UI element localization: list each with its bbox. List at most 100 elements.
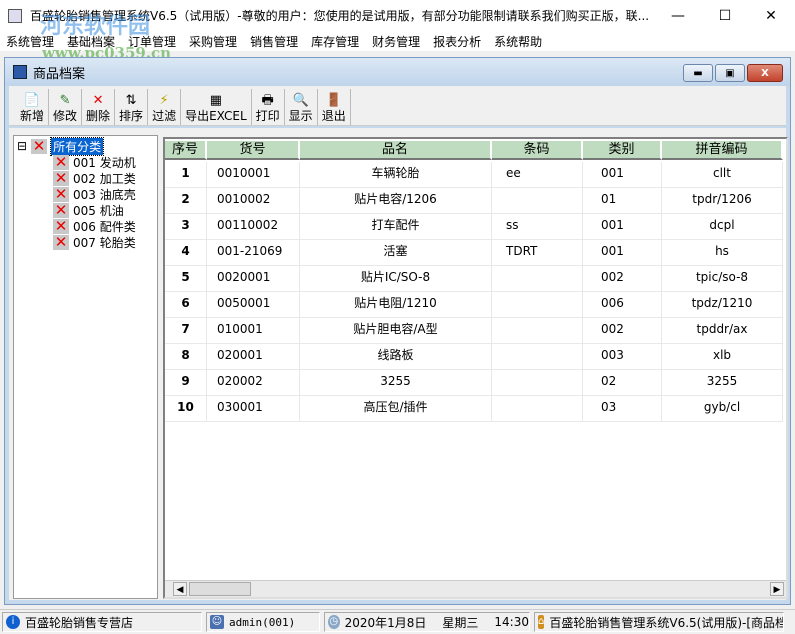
table-row[interactable]: 8 020001 线路板 003 xlb <box>165 344 783 370</box>
table-cell: 001 <box>583 162 662 187</box>
column-header[interactable]: 序号 <box>165 141 207 160</box>
table-cell: 003 <box>583 344 662 369</box>
scroll-thumb[interactable] <box>189 582 251 596</box>
tree-item[interactable]: ✕ 007 轮胎类 <box>53 234 136 250</box>
table-cell: 01 <box>583 188 662 213</box>
child-close-button[interactable]: X <box>747 64 783 82</box>
horizontal-scrollbar[interactable]: ◀ ▶ <box>165 580 786 597</box>
table-cell: 001-21069 <box>207 240 300 265</box>
title-bar: 百盛轮胎销售管理系统V6.5（试用版）-尊敬的用户：您使用的是试用版，有部分功能… <box>0 0 795 31</box>
child-minimize-button[interactable]: ▬ <box>683 64 713 82</box>
table-cell: 8 <box>165 344 207 369</box>
table-cell: 020002 <box>207 370 300 395</box>
scroll-right-icon[interactable]: ▶ <box>770 582 784 596</box>
table-row[interactable]: 2 0010002 贴片电容/1206 01 tpdr/1206 <box>165 188 783 214</box>
menu-basic-archive[interactable]: 基础档案 <box>67 33 115 50</box>
table-cell: 线路板 <box>300 344 492 369</box>
column-header[interactable]: 条码 <box>492 141 583 160</box>
table-cell: 活塞 <box>300 240 492 265</box>
exit-button[interactable]: 🚪 退出 <box>318 89 351 125</box>
broken-image-icon: ✕ <box>53 184 69 203</box>
exit-icon: 🚪 <box>325 93 342 108</box>
menu-system[interactable]: 系统管理 <box>6 33 54 50</box>
table-cell: TDRT <box>492 240 583 265</box>
table-cell: tpdr/1206 <box>662 188 783 213</box>
delete-button[interactable]: ✕ 删除 <box>82 89 116 125</box>
table-row[interactable]: 4 001-21069 活塞 TDRT 001 hs <box>165 240 783 266</box>
table-row[interactable]: 6 0050001 贴片电阻/1210 006 tpdz/1210 <box>165 292 783 318</box>
table-cell: 9 <box>165 370 207 395</box>
table-cell: tpddr/ax <box>662 318 783 343</box>
status-datetime: ◷ 2020年1月8日 星期三 14:30 <box>324 612 530 632</box>
table-cell: 001 <box>583 240 662 265</box>
status-store: i 百盛轮胎销售专营店 <box>2 612 202 632</box>
menu-reports[interactable]: 报表分析 <box>433 33 481 50</box>
child-restore-button[interactable]: ▣ <box>715 64 745 82</box>
tree-item[interactable]: ✕ 002 加工类 <box>53 170 136 186</box>
table-row[interactable]: 3 00110002 打车配件 ss 001 dcpl <box>165 214 783 240</box>
tree-root[interactable]: ⊟ ✕ 所有分类 <box>17 136 105 156</box>
close-button[interactable]: ✕ <box>748 0 794 31</box>
product-archive-window: 商品档案 ▬ ▣ X 📄 新增 ✎ 修改 ✕ 删除 ⇅ 排序 ⚡ 过滤 ▦ 导出EXCEL … <box>4 57 791 605</box>
table-cell: gyb/cl <box>662 396 783 421</box>
tree-root-label[interactable]: 所有分类 <box>50 136 105 156</box>
table-row[interactable]: 1 0010001 车辆轮胎 ee 001 cllt <box>165 162 783 188</box>
table-cell: 001 <box>583 214 662 239</box>
filter-icon: ⚡ <box>159 93 169 108</box>
scroll-left-icon[interactable]: ◀ <box>173 582 187 596</box>
table-row[interactable]: 5 0020001 贴片IC/SO-8 002 tpic/so-8 <box>165 266 783 292</box>
table-cell: 4 <box>165 240 207 265</box>
export-excel-button[interactable]: ▦ 导出EXCEL <box>181 89 252 125</box>
grid-header: 序号 货号 品名 条码 类别 拼音编码 <box>165 141 783 160</box>
table-cell: 贴片电容/1206 <box>300 188 492 213</box>
filter-button[interactable]: ⚡ 过滤 <box>148 89 182 125</box>
broken-image-icon: ✕ <box>53 232 69 251</box>
tree-item[interactable]: ✕ 005 机油 <box>53 202 124 218</box>
status-bar: i 百盛轮胎销售专营店 ☺ admin(001) ◷ 2020年1月8日 星期三 14:3… <box>0 609 795 634</box>
column-header[interactable]: 品名 <box>300 141 492 160</box>
tree-item[interactable]: ✕ 001 发动机 <box>53 154 136 170</box>
table-cell: 03 <box>583 396 662 421</box>
edit-button[interactable]: ✎ 修改 <box>49 89 83 125</box>
toolbar: 📄 新增 ✎ 修改 ✕ 删除 ⇅ 排序 ⚡ 过滤 ▦ 导出EXCEL 🖶 打印 🔍 显示 🚪 退出 <box>9 86 786 126</box>
menu-inventory[interactable]: 库存管理 <box>311 33 359 50</box>
maximize-button[interactable]: ☐ <box>702 0 748 31</box>
collapse-icon[interactable]: ⊟ <box>17 139 27 153</box>
table-cell: 006 <box>583 292 662 317</box>
table-cell: 贴片胆电容/A型 <box>300 318 492 343</box>
table-row[interactable]: 9 020002 3255 02 3255 <box>165 370 783 396</box>
tree-item[interactable]: ✕ 003 油底壳 <box>53 186 136 202</box>
table-row[interactable]: 10 030001 高压包/插件 03 gyb/cl <box>165 396 783 422</box>
tree-item-label: 002 加工类 <box>73 171 136 186</box>
menu-purchase[interactable]: 采购管理 <box>189 33 237 50</box>
table-cell: 3255 <box>300 370 492 395</box>
table-cell <box>492 396 583 421</box>
broken-image-icon: ✕ <box>31 136 48 155</box>
table-cell: 00110002 <box>207 214 300 239</box>
column-header[interactable]: 货号 <box>207 141 300 160</box>
user-icon: ☺ <box>210 615 224 629</box>
delete-icon: ✕ <box>92 93 104 108</box>
status-user: ☺ admin(001) <box>206 612 320 632</box>
new-button[interactable]: 📄 新增 <box>16 89 50 125</box>
broken-image-icon: ✕ <box>53 200 69 219</box>
menu-orders[interactable]: 订单管理 <box>128 33 176 50</box>
column-header[interactable]: 拼音编码 <box>662 141 783 160</box>
table-row[interactable]: 7 010001 贴片胆电容/A型 002 tpddr/ax <box>165 318 783 344</box>
column-header[interactable]: 类别 <box>583 141 662 160</box>
tree-item[interactable]: ✕ 006 配件类 <box>53 218 136 234</box>
table-cell: 3255 <box>662 370 783 395</box>
menu-help[interactable]: 系统帮助 <box>494 33 542 50</box>
display-button[interactable]: 🔍 显示 <box>285 89 318 125</box>
window-title: 百盛轮胎销售管理系统V6.5（试用版）-尊敬的用户：您使用的是试用版，有部分功能… <box>30 9 650 23</box>
sort-button[interactable]: ⇅ 排序 <box>115 89 149 125</box>
print-button[interactable]: 🖶 打印 <box>252 89 285 125</box>
menu-finance[interactable]: 财务管理 <box>372 33 420 50</box>
table-cell <box>492 318 583 343</box>
table-cell: 1 <box>165 162 207 187</box>
table-cell: 2 <box>165 188 207 213</box>
table-cell: 02 <box>583 370 662 395</box>
table-cell: hs <box>662 240 783 265</box>
minimize-button[interactable]: — <box>655 0 701 31</box>
menu-sales[interactable]: 销售管理 <box>250 33 298 50</box>
